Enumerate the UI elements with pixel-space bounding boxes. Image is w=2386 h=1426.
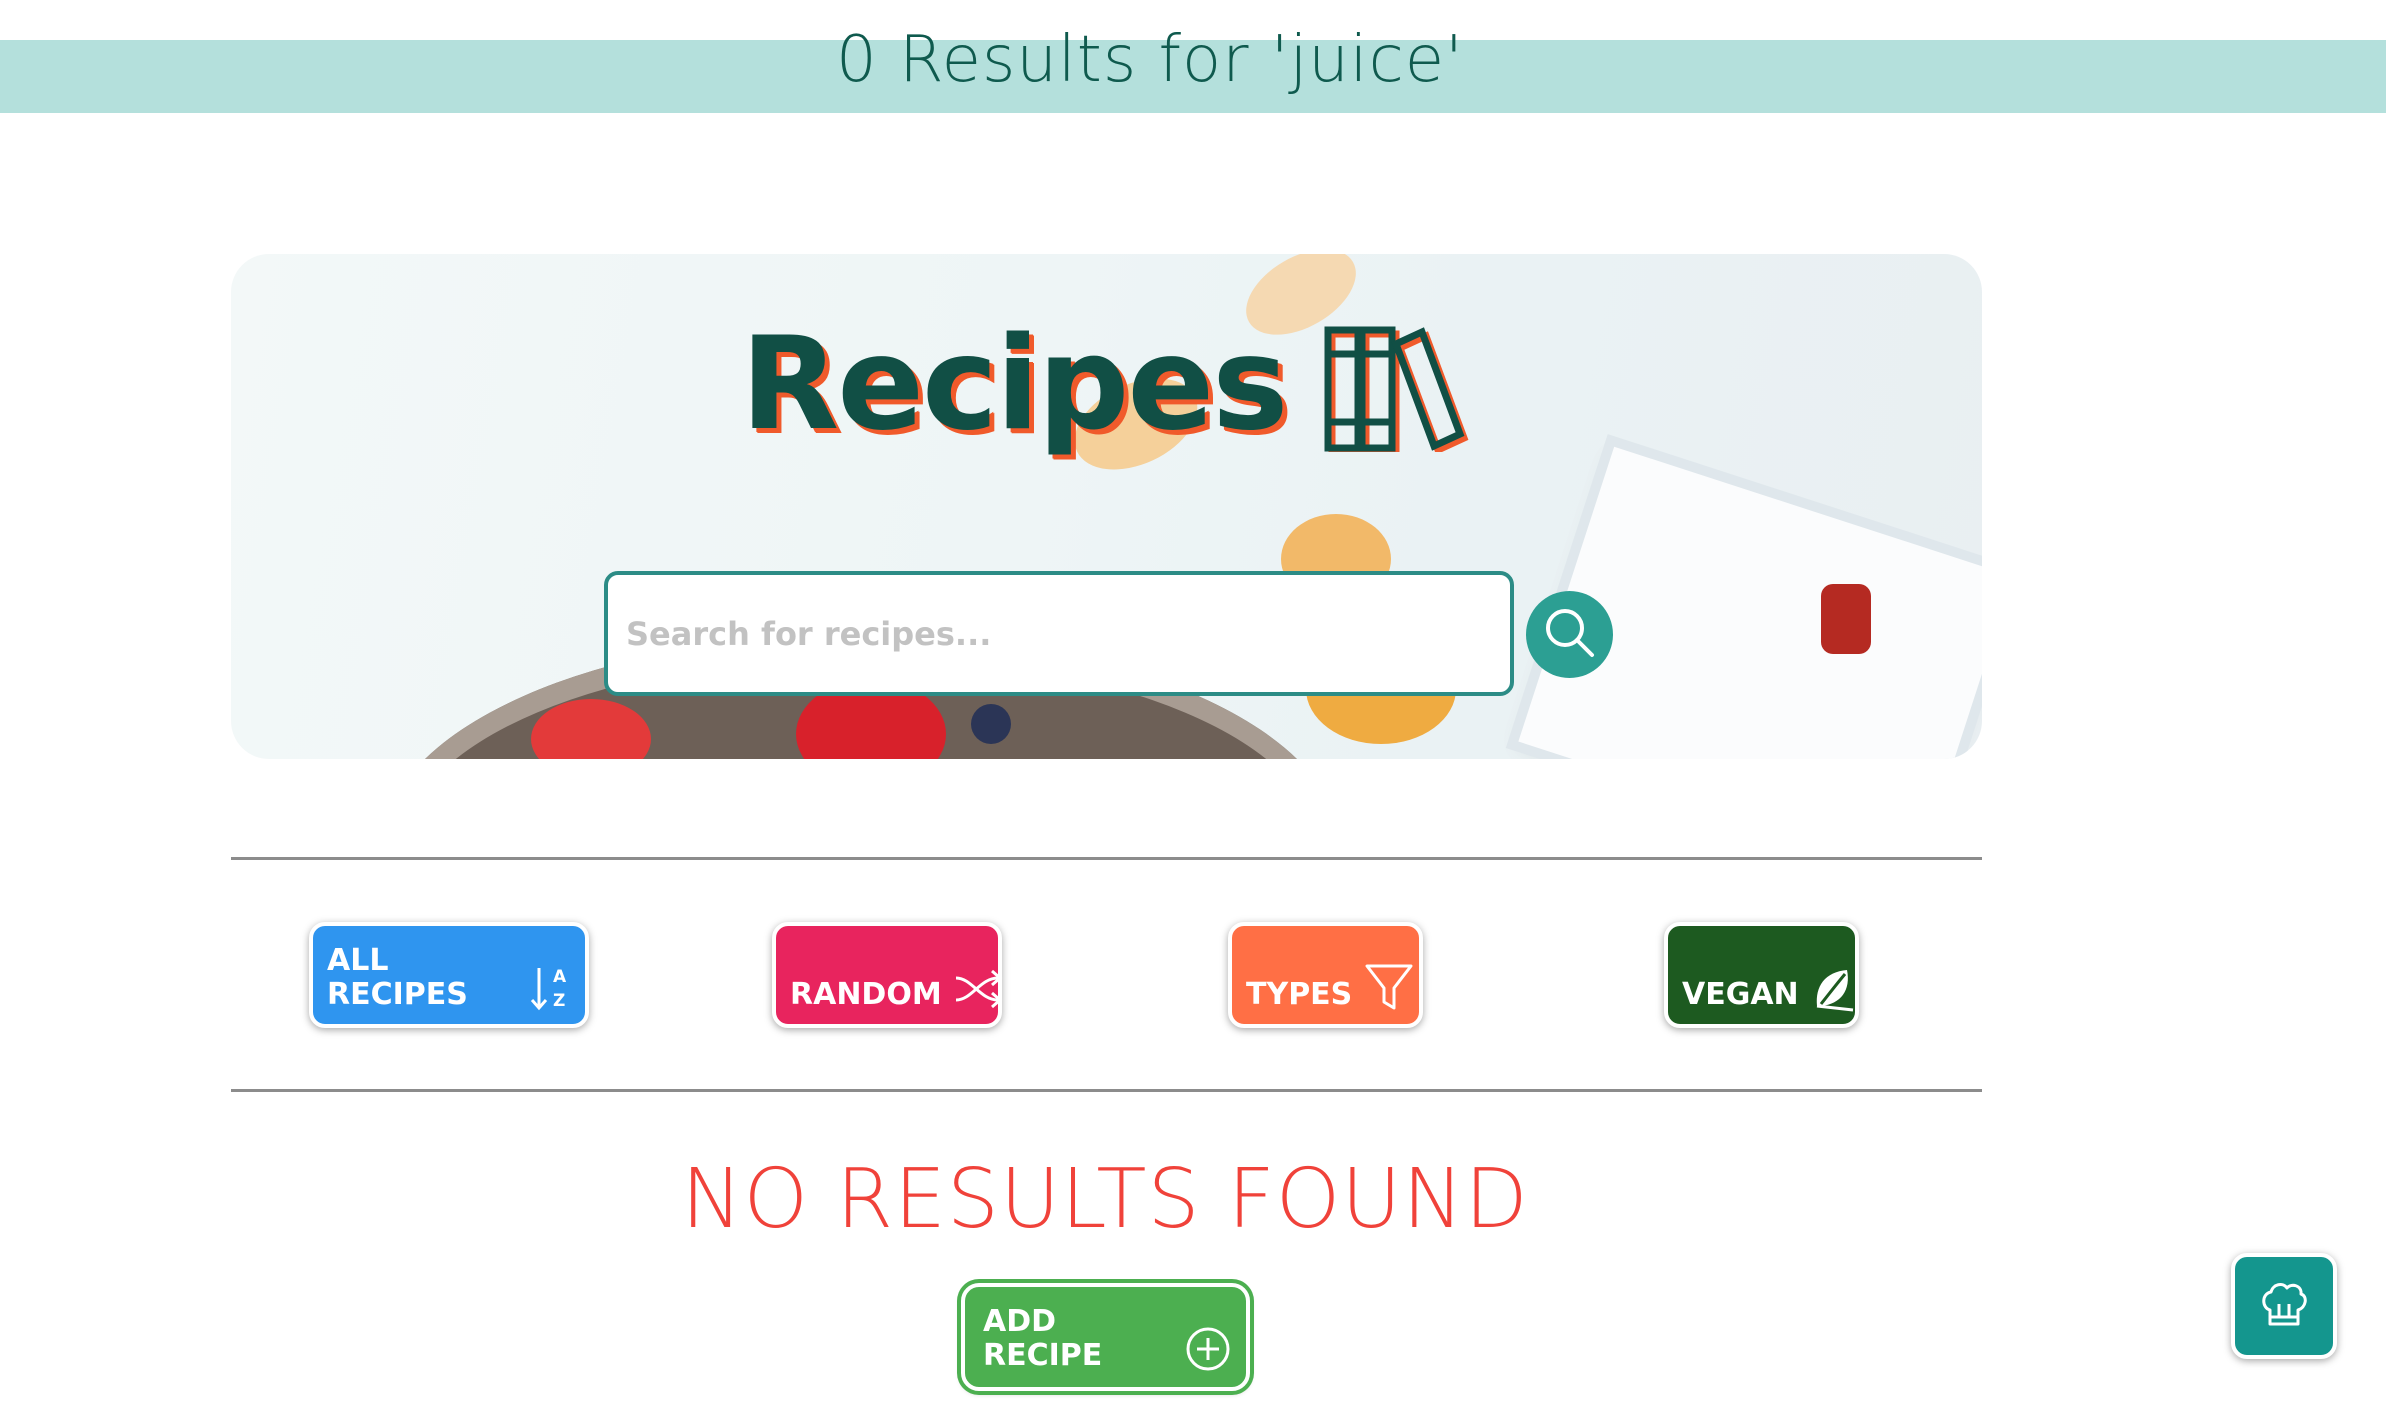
add-recipe-label: ADD RECIPE: [983, 1304, 1103, 1373]
types-label: TYPES: [1246, 977, 1353, 1012]
random-label: RANDOM: [790, 977, 942, 1012]
types-button[interactable]: TYPES: [1228, 922, 1423, 1028]
svg-text:A: A: [553, 967, 567, 987]
filter-icon: [1364, 962, 1414, 1012]
sort-alpha-icon: A Z: [529, 964, 571, 1012]
divider-bottom: [231, 1089, 1982, 1092]
hero-title-row: Recipes: [231, 310, 1982, 459]
random-button[interactable]: RANDOM: [772, 922, 1002, 1028]
leaf-icon: [1811, 966, 1855, 1012]
divider-top: [231, 857, 1982, 860]
results-count-heading: 0 Results for 'juice': [836, 23, 1464, 97]
plus-circle-icon: [1184, 1325, 1232, 1373]
vegan-button[interactable]: VEGAN: [1664, 922, 1859, 1028]
svg-text:Z: Z: [553, 991, 565, 1011]
recipe-search-input[interactable]: [604, 571, 1514, 696]
search-button[interactable]: [1526, 591, 1613, 678]
vegan-label: VEGAN: [1682, 977, 1799, 1012]
chef-hat-button[interactable]: [2231, 1253, 2337, 1359]
all-recipes-button[interactable]: ALL RECIPES A Z: [309, 922, 589, 1028]
all-recipes-label: ALL RECIPES: [327, 943, 468, 1012]
chef-hat-icon: [2258, 1280, 2310, 1332]
page-title: Recipes: [740, 309, 1289, 459]
add-recipe-button[interactable]: ADD RECIPE: [961, 1283, 1250, 1391]
search-icon: [1542, 605, 1598, 664]
shuffle-icon: [954, 966, 1006, 1012]
no-results-message: NO RESULTS FOUND: [681, 1152, 1529, 1247]
hero-banner: Recipes: [231, 254, 1982, 759]
books-icon: [1322, 322, 1472, 456]
